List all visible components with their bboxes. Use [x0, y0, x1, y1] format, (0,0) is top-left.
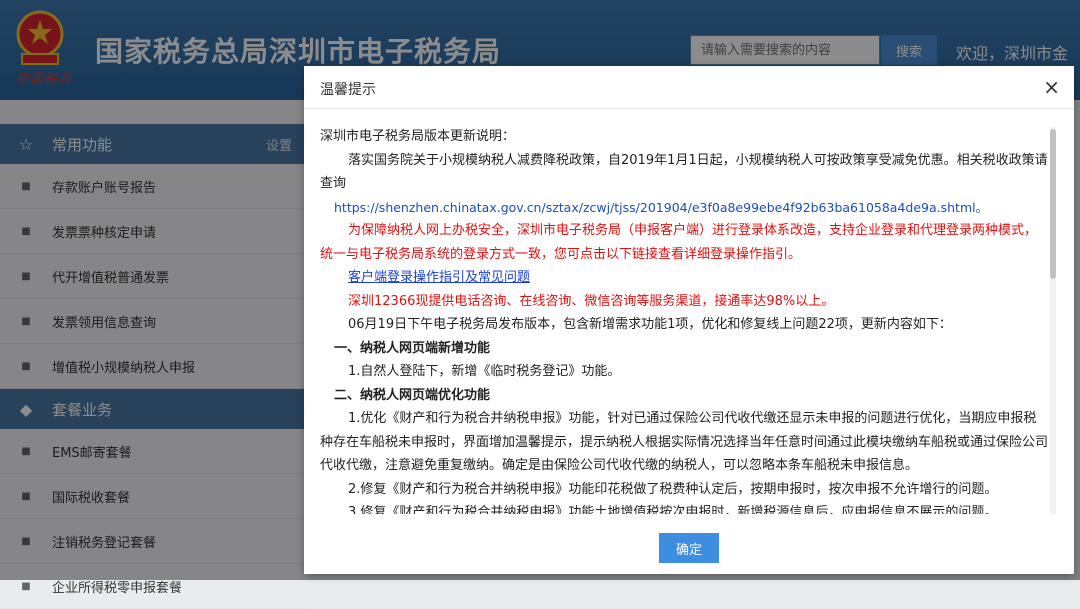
bullet-icon: ■	[21, 580, 31, 592]
policy-url[interactable]: https://shenzhen.chinatax.gov.cn/sztax/z…	[320, 196, 1048, 220]
section2-item: 1.优化《财产和行为税合并纳税申报》功能，针对已通过保险公司代收代缴还显示未申报…	[320, 411, 1049, 473]
guide-link[interactable]: 客户端登录操作指引及常见问题	[348, 270, 530, 285]
release-text: 06月19日下午电子税务局发布版本，包含新增需求功能1项，优化和修复线上问题22…	[348, 317, 952, 332]
hotline-text: 深圳12366现提供电话咨询、在线咨询、微信咨询等服务渠道，接通率达98%以上。	[348, 293, 835, 309]
section2-item: 2.修复《财产和行为税合并纳税申报》功能印花税做了税费种认定后，按期申报时，按次…	[348, 481, 998, 497]
notice-dialog: 温馨提示 × 深圳市电子税务局版本更新说明： 落实国务院关于小规模纳税人减费降税…	[304, 66, 1074, 574]
dialog-body[interactable]: 深圳市电子税务局版本更新说明： 落实国务院关于小规模纳税人减费降税政策，自201…	[304, 109, 1074, 514]
section1-title: 一、纳税人网页端新增功能	[334, 340, 491, 356]
dialog-title: 温馨提示	[320, 82, 376, 98]
section2-item: 3.修复《财产和行为税合并纳税申报》功能土地增值税按次申报时，新增税源信息后，应…	[348, 505, 998, 514]
intro-text: 深圳市电子税务局版本更新说明：	[320, 129, 516, 144]
scrollbar[interactable]	[1050, 127, 1056, 514]
close-icon[interactable]: ×	[1043, 75, 1060, 99]
section1-item: 1.自然人登陆下，新增《临时税务登记》功能。	[348, 364, 621, 379]
dialog-content: 深圳市电子税务局版本更新说明： 落实国务院关于小规模纳税人减费降税政策，自201…	[320, 125, 1048, 514]
policy-text: 落实国务院关于小规模纳税人减费降税政策，自2019年1月1日起，小规模纳税人可按…	[320, 152, 1048, 192]
scrollbar-thumb[interactable]	[1050, 129, 1056, 279]
confirm-button[interactable]: 确定	[659, 533, 719, 563]
dialog-header: 温馨提示 ×	[304, 66, 1074, 109]
section2-title: 二、纳税人网页端优化功能	[334, 387, 491, 403]
red-notice: 为保障纳税人网上办税安全，深圳市电子税务局（申报客户端）进行登录体系改造，支持企…	[320, 223, 1038, 262]
